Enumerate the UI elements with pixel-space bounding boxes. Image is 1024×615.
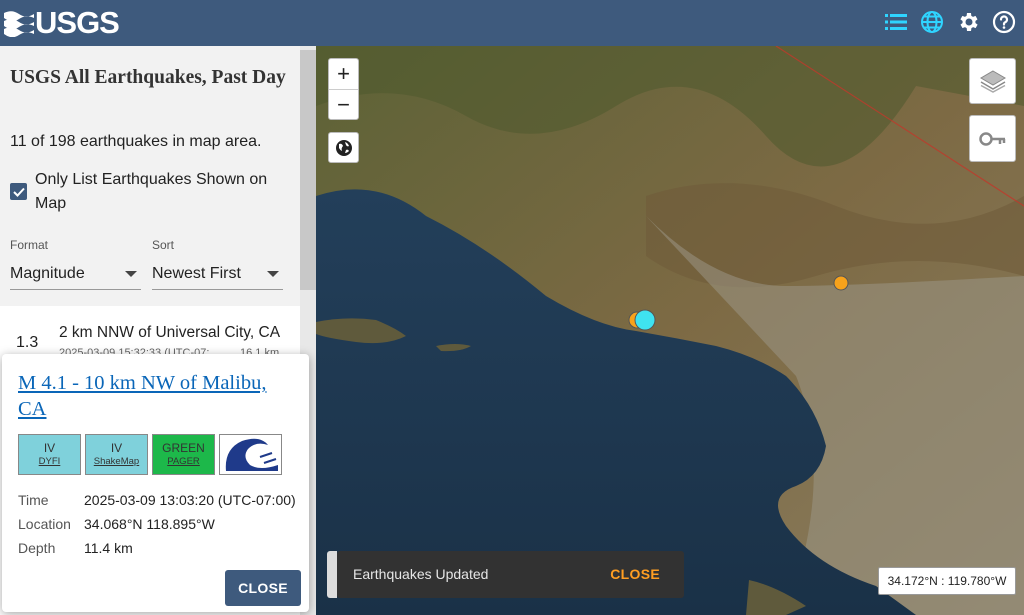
help-icon[interactable] — [992, 8, 1016, 36]
earthquake-popup: M 4.1 - 10 km NW of Malibu, CA IV DYFI I… — [2, 354, 309, 612]
location-label: Location — [18, 516, 71, 532]
list-icon[interactable] — [884, 8, 908, 36]
snackbar-edge — [327, 551, 337, 598]
top-bar: USGS — [0, 0, 1024, 46]
map-filter-checkbox-row[interactable]: Only List Earthquakes Shown on Map — [10, 168, 290, 216]
shakemap-intensity: IV — [110, 440, 123, 455]
tsunami-icon — [220, 435, 281, 474]
zoom-in-button[interactable]: + — [329, 59, 358, 89]
shakemap-badge[interactable]: IV ShakeMap — [85, 434, 148, 475]
logo-text: USGS — [35, 5, 120, 40]
layers-icon — [979, 70, 1006, 93]
location-value: 34.068°N 118.895°W — [84, 516, 215, 532]
caret-down-icon — [125, 270, 137, 277]
satellite-map — [316, 46, 1024, 615]
eq-magnitude: 1.3 — [16, 334, 39, 351]
time-label: Time — [18, 492, 49, 508]
format-value: Magnitude — [10, 264, 85, 282]
coordinate-readout: 34.172°N : 119.780°W — [878, 567, 1016, 595]
format-caption: Format — [10, 238, 49, 252]
time-value: 2025-03-09 13:03:20 (UTC-07:00) — [84, 492, 296, 508]
zoom-out-button[interactable]: − — [329, 89, 358, 119]
sort-value: Newest First — [152, 264, 241, 282]
caret-down-icon — [267, 270, 279, 277]
pager-badge[interactable]: GREEN PAGER — [152, 434, 215, 475]
checkbox-label: Only List Earthquakes Shown on Map — [35, 171, 268, 212]
usgs-wave-icon — [4, 11, 34, 37]
checkbox-checked-icon[interactable] — [10, 183, 27, 200]
dyfi-intensity: IV — [43, 440, 56, 455]
usgs-logo[interactable]: USGS — [4, 5, 120, 40]
sort-select[interactable]: Sort Newest First — [152, 238, 283, 290]
dyfi-badge[interactable]: IV DYFI — [18, 434, 81, 475]
pager-label: PAGER — [167, 455, 200, 467]
earthquake-marker-selected[interactable] — [634, 309, 656, 331]
snackbar-message: Earthquakes Updated — [353, 566, 489, 582]
tsunami-badge[interactable] — [219, 434, 282, 475]
sidebar-scroll-thumb[interactable] — [300, 50, 316, 290]
key-icon — [978, 131, 1005, 146]
dyfi-label: DYFI — [38, 455, 61, 467]
format-select[interactable]: Format Magnitude — [10, 238, 141, 290]
globe-icon[interactable] — [920, 8, 944, 36]
shakemap-label: ShakeMap — [93, 455, 140, 467]
earthquake-title-link[interactable]: M 4.1 - 10 km NW of Malibu, CA — [18, 370, 298, 422]
sort-caption: Sort — [152, 238, 175, 252]
list-title: USGS All Earthquakes, Past Day — [10, 67, 286, 88]
gear-icon[interactable] — [956, 8, 980, 36]
snackbar-close-button[interactable]: CLOSE — [610, 566, 660, 582]
depth-value: 11.4 km — [84, 540, 133, 556]
legend-button[interactable] — [969, 115, 1016, 162]
snackbar: Earthquakes Updated CLOSE — [337, 551, 684, 598]
zoom-control: + − — [328, 58, 359, 120]
world-view-button[interactable] — [328, 132, 359, 163]
eq-place: 2 km NNW of Universal City, CA — [59, 324, 281, 341]
depth-label: Depth — [18, 540, 56, 556]
map-view[interactable] — [316, 46, 1024, 615]
popup-close-button[interactable]: CLOSE — [225, 570, 301, 606]
globe-icon — [335, 139, 352, 156]
pager-level: GREEN — [162, 440, 205, 455]
layers-button[interactable] — [969, 58, 1016, 104]
earthquake-count: 11 of 198 earthquakes in map area. — [10, 133, 262, 150]
earthquake-marker[interactable] — [833, 275, 849, 291]
